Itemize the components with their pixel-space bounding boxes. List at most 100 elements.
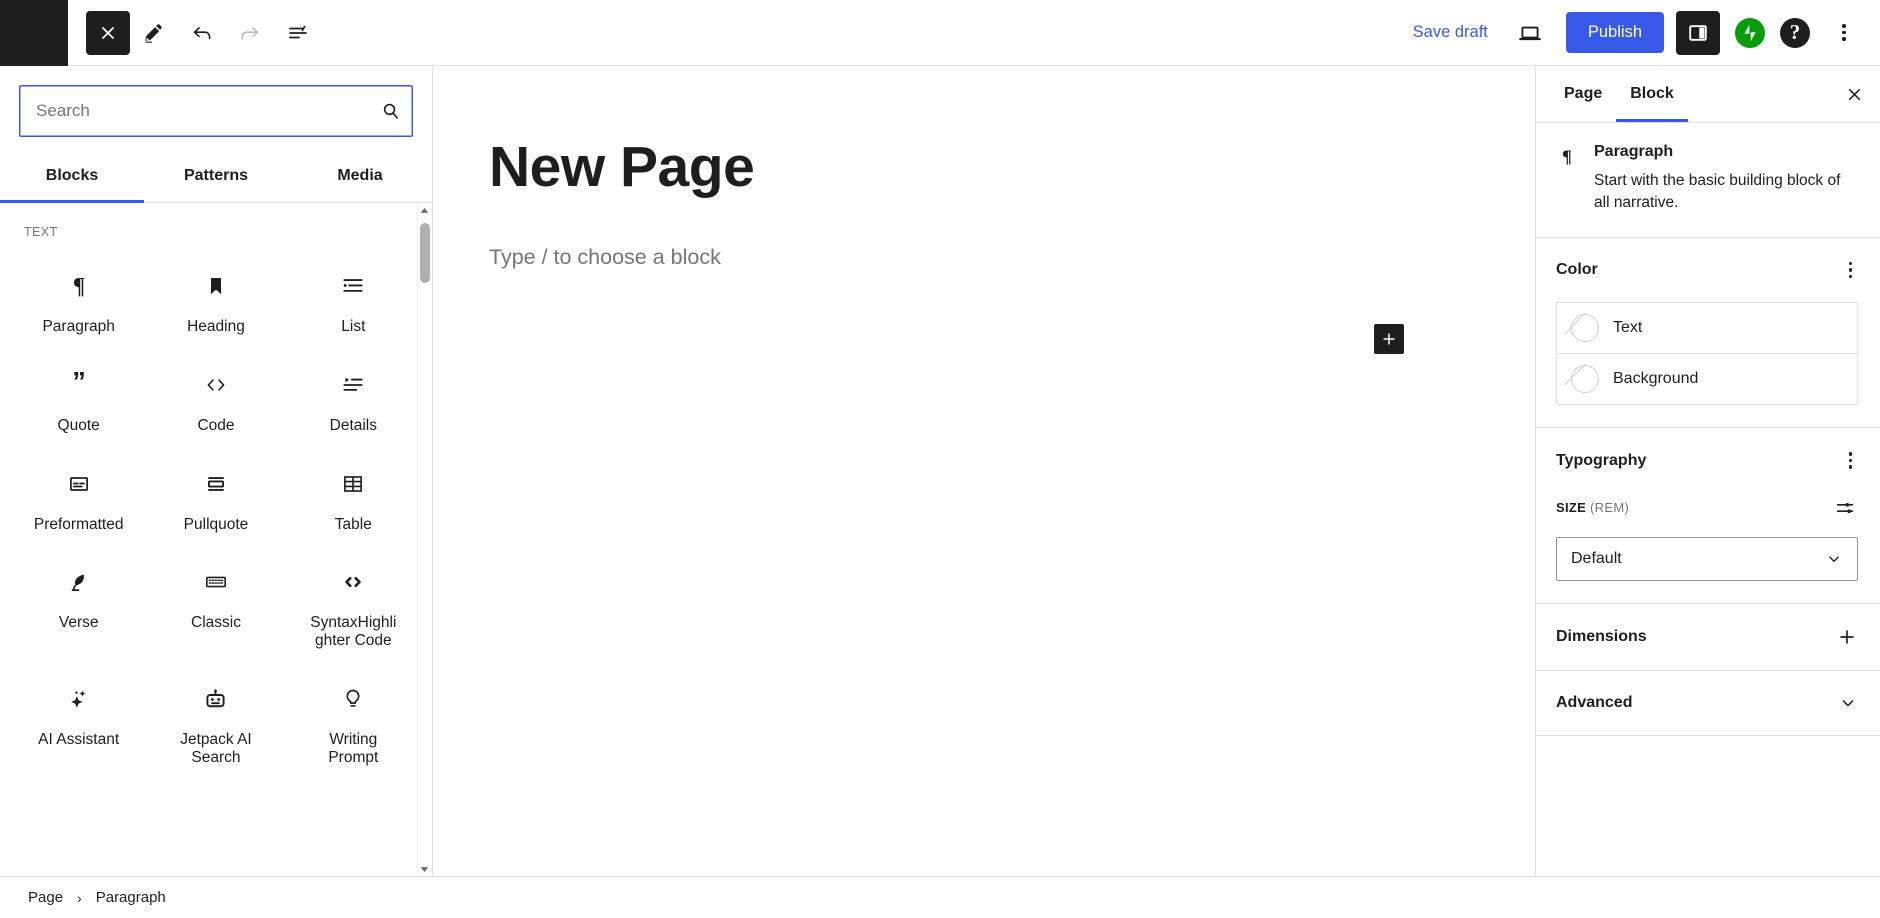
- wordpress-block-editor: Save draft Publish ? Search Blocks Patte…: [0, 0, 1880, 918]
- scrollbar-thumb[interactable]: [419, 223, 430, 283]
- font-size-value: Default: [1571, 549, 1622, 567]
- font-size-select[interactable]: Default: [1556, 536, 1858, 581]
- block-label: Classic: [191, 614, 241, 632]
- block-grid: ¶ Paragraph Heading List ” Quote Code De…: [10, 251, 422, 781]
- typography-panel-options-button[interactable]: [1843, 448, 1859, 473]
- tab-blocks[interactable]: Blocks: [0, 151, 144, 203]
- scroll-down-arrow-icon[interactable]: [418, 862, 430, 876]
- block-item-heading[interactable]: Heading: [147, 251, 284, 350]
- block-item-writing-prompt[interactable]: Writing Prompt: [285, 664, 422, 781]
- breadcrumb-item-page[interactable]: Page: [26, 885, 65, 910]
- editor-canvas[interactable]: New Page Type / to choose a block: [433, 66, 1535, 876]
- search-input[interactable]: [20, 86, 412, 136]
- publish-button[interactable]: Publish: [1565, 12, 1664, 53]
- block-item-syntaxhighlighter-code[interactable]: SyntaxHighlighter Code: [285, 547, 422, 664]
- sidebar-tab-block[interactable]: Block: [1616, 67, 1688, 122]
- block-placeholder-text: Type / to choose a block: [489, 244, 721, 269]
- edit-mode-button[interactable]: [130, 9, 178, 57]
- block-inserter-panel: Blocks Patterns Media TEXT ¶ Paragraph: [0, 66, 433, 876]
- dimensions-panel-title: Dimensions: [1556, 627, 1647, 645]
- block-label: Writing Prompt: [328, 731, 379, 766]
- add-block-button[interactable]: [1374, 324, 1404, 354]
- settings-sidebar-toggle[interactable]: [1676, 10, 1720, 55]
- block-label: Heading: [187, 318, 245, 335]
- preformatted-box-icon: [66, 467, 92, 501]
- font-size-label: SIZE (REM): [1556, 500, 1629, 515]
- toolbar-right-group: Save draft Publish ?: [1401, 9, 1880, 57]
- block-item-classic[interactable]: Classic: [147, 547, 284, 664]
- jetpack-button[interactable]: [1735, 17, 1765, 48]
- close-editor-button[interactable]: [86, 10, 130, 55]
- block-breadcrumb: Page › Paragraph: [0, 876, 1880, 918]
- block-label: Quote: [57, 416, 100, 434]
- inserter-search-area: [0, 66, 432, 137]
- empty-paragraph-block[interactable]: Type / to choose a block: [434, 245, 1534, 270]
- scrollbar-track[interactable]: [418, 217, 430, 862]
- pullquote-bars-icon: [203, 467, 229, 501]
- block-list-inner: TEXT ¶ Paragraph Heading List ” Quote Co…: [0, 203, 432, 791]
- block-label: AI Assistant: [38, 731, 120, 749]
- selected-block-title: Paragraph: [1594, 143, 1674, 160]
- more-options-kebab-icon: [1848, 261, 1852, 279]
- block-item-verse[interactable]: Verse: [10, 547, 147, 664]
- advanced-panel-toggle[interactable]: Advanced: [1536, 671, 1880, 736]
- typography-panel-title: Typography: [1556, 451, 1647, 469]
- redo-button[interactable]: [226, 9, 274, 57]
- block-item-ai-assistant[interactable]: AI Assistant: [10, 664, 147, 781]
- search-box[interactable]: [19, 85, 413, 137]
- font-size-label-text: SIZE: [1556, 500, 1587, 516]
- editor-body: Blocks Patterns Media TEXT ¶ Paragraph: [0, 66, 1880, 876]
- more-options-button[interactable]: [1824, 11, 1864, 55]
- tab-patterns[interactable]: Patterns: [144, 151, 288, 203]
- custom-size-toggle-button[interactable]: [1832, 495, 1858, 521]
- help-button[interactable]: ?: [1780, 17, 1810, 48]
- preview-button[interactable]: [1506, 9, 1554, 57]
- block-item-code[interactable]: Code: [147, 350, 284, 449]
- color-option-label: Background: [1613, 370, 1699, 388]
- block-item-jetpack-ai-search[interactable]: Jetpack AI Search: [147, 664, 284, 781]
- block-item-table[interactable]: Table: [285, 449, 422, 548]
- sidebar-tab-page[interactable]: Page: [1550, 67, 1616, 122]
- block-item-quote[interactable]: ” Quote: [10, 350, 147, 449]
- scroll-up-arrow-icon[interactable]: [418, 203, 430, 217]
- undo-button[interactable]: [178, 9, 226, 57]
- pilcrow-icon: ¶: [66, 269, 92, 303]
- page-title[interactable]: New Page: [434, 136, 1534, 199]
- block-label: Table: [334, 515, 372, 533]
- color-option-text[interactable]: Text: [1557, 303, 1857, 353]
- search-submit-button[interactable]: [379, 100, 402, 123]
- close-sidebar-icon: [1848, 88, 1860, 100]
- block-item-list[interactable]: List: [285, 251, 422, 350]
- typography-panel: Typography SIZE (REM) Default: [1536, 428, 1880, 604]
- close-sidebar-button[interactable]: [1834, 74, 1874, 114]
- block-list-scroll-region: TEXT ¶ Paragraph Heading List ” Quote Co…: [0, 203, 432, 876]
- svg-text:¶: ¶: [1562, 146, 1572, 166]
- chevron-down-icon: [1829, 556, 1839, 562]
- block-item-preformatted[interactable]: Preformatted: [10, 449, 147, 548]
- custom-size-sliders-icon: [1836, 502, 1854, 513]
- block-item-paragraph[interactable]: ¶ Paragraph: [10, 251, 147, 350]
- dimensions-panel-toggle[interactable]: Dimensions: [1536, 604, 1880, 671]
- block-label: Verse: [58, 614, 99, 632]
- color-panel-header: Color: [1556, 258, 1858, 283]
- color-panel-options-button[interactable]: [1843, 258, 1859, 283]
- breadcrumb-item-paragraph[interactable]: Paragraph: [94, 885, 168, 910]
- color-panel-title: Color: [1556, 261, 1598, 279]
- block-label: Pullquote: [183, 515, 249, 533]
- inserter-scrollbar[interactable]: [417, 203, 430, 876]
- block-item-details[interactable]: Details: [285, 350, 422, 449]
- color-option-label: Text: [1613, 319, 1643, 337]
- sparkles-icon: [66, 682, 92, 716]
- block-item-pullquote[interactable]: Pullquote: [147, 449, 284, 548]
- settings-sidebar-icon: [1689, 24, 1707, 41]
- tab-media[interactable]: Media: [288, 151, 432, 203]
- plus-icon: [1840, 630, 1854, 644]
- angle-brackets-icon: [203, 368, 229, 402]
- save-draft-button[interactable]: Save draft: [1401, 15, 1500, 50]
- block-label: Code: [197, 416, 235, 434]
- undo-arrow-icon: [193, 26, 211, 39]
- color-option-background[interactable]: Background: [1557, 353, 1857, 404]
- document-list-view-button[interactable]: [274, 9, 322, 57]
- none-slash-swatch-icon: [1571, 314, 1599, 343]
- bullet-list-icon: [340, 269, 366, 303]
